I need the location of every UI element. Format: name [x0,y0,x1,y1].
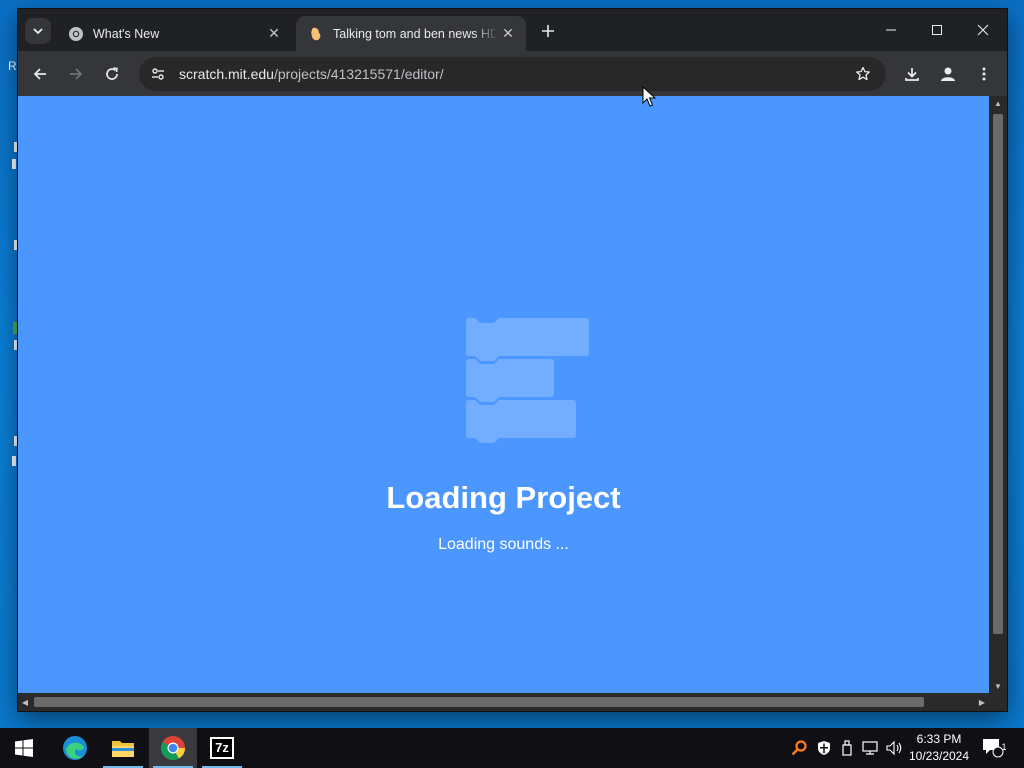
tab-title: What's New [93,26,160,41]
file-explorer-icon [112,741,134,757]
tab-title: Talking tom and ben news HD c [333,26,498,41]
reload-button[interactable] [97,59,127,89]
star-icon [856,66,870,81]
back-button[interactable] [25,59,55,89]
loading-title: Loading Project [386,480,621,515]
taskbar-chrome[interactable] [149,728,197,768]
minimize-icon [886,29,896,31]
mouse-cursor-icon [642,86,656,107]
usb-drive-icon [842,740,852,756]
site-info-button[interactable] [143,59,173,89]
seven-zip-label: 7z [215,740,229,755]
url-text[interactable]: scratch.mit.edu/projects/413215571/edito… [179,66,444,82]
taskbar-edge[interactable] [51,728,99,768]
close-window-button[interactable] [960,9,1006,51]
clock-date: 10/23/2024 [908,749,970,763]
speaker-icon [886,740,902,756]
desktop-icons-fragment: R [0,58,18,478]
chrome-icon [69,26,83,41]
chevron-down-icon [33,28,43,35]
scroll-right-icon[interactable]: ▶ [975,693,989,711]
scratch-icon [311,27,321,40]
vertical-scroll-thumb[interactable] [993,114,1003,634]
edge-icon [63,736,87,760]
page-viewport: Loading Project Loading sounds ... [18,96,989,693]
taskbar-file-explorer[interactable] [99,728,147,768]
tray-network[interactable] [860,728,882,768]
plus-icon [542,25,554,37]
shield-icon [818,741,830,755]
url-path: /projects/413215571/editor/ [273,66,444,82]
horizontal-scrollbar[interactable]: ◀ ▶ [18,693,989,711]
profile-button[interactable] [933,59,963,89]
new-tab-button[interactable] [537,20,559,42]
scroll-left-icon[interactable]: ◀ [18,693,32,711]
tab-scratch-project[interactable]: Talking tom and ben news HD c ✕ [296,16,526,51]
arrow-right-icon [70,68,83,80]
close-tab-icon[interactable]: ✕ [264,24,284,44]
close-icon [977,24,989,36]
tab-whats-new[interactable]: What's New ✕ [56,16,292,51]
more-vert-icon [982,67,986,81]
tune-icon [152,68,164,80]
close-tab-icon[interactable]: ✕ [498,24,518,44]
horizontal-scroll-thumb[interactable] [34,697,924,707]
tab-search-button[interactable] [25,18,51,44]
download-icon [905,68,919,81]
scratch-loader-blocks-icon [466,318,589,443]
menu-button[interactable] [969,59,999,89]
forward-button[interactable] [61,59,91,89]
windows-start-icon [15,739,33,757]
bookmark-button[interactable] [852,63,874,85]
svg-text:R: R [8,59,17,73]
magnifier-tray-icon [791,740,807,756]
windows-taskbar: 7z 6:33 PM 10/23/2024 1 [0,728,1024,768]
scroll-down-icon[interactable]: ▼ [989,679,1007,693]
start-button[interactable] [0,728,48,768]
scroll-up-icon[interactable]: ▲ [989,96,1007,110]
browser-toolbar: scratch.mit.edu/projects/413215571/edito… [18,51,1007,96]
maximize-icon [932,25,942,35]
minimize-button[interactable] [868,9,914,51]
chrome-icon [160,736,185,761]
clock-time: 6:33 PM [916,732,962,746]
tray-security[interactable] [813,728,835,768]
scrollbar-corner [989,693,1007,711]
desktop-icon-labels: R [8,59,17,466]
action-center-button[interactable]: 1 [978,728,1008,768]
address-bar[interactable]: scratch.mit.edu/projects/413215571/edito… [139,57,886,91]
reload-icon [106,67,118,80]
tray-volume[interactable] [884,728,906,768]
chrome-window: What's New ✕ Talking tom and ben news HD… [18,9,1007,711]
taskbar-clock[interactable]: 6:33 PM 10/23/2024 [906,731,972,765]
tray-usb[interactable] [837,728,857,768]
url-host: scratch.mit.edu [179,66,274,82]
notification-count: 1 [1001,742,1007,752]
loading-message: Loading sounds ... [438,536,569,553]
tab-strip: What's New ✕ Talking tom and ben news HD… [18,9,1007,51]
downloads-button[interactable] [897,59,927,89]
vertical-scrollbar[interactable]: ▲ ▼ [989,96,1007,693]
network-icon [862,741,878,755]
person-icon [941,67,955,81]
tray-search-app[interactable] [788,728,810,768]
arrow-left-icon [33,68,46,80]
taskbar-7zip[interactable]: 7z [198,728,246,768]
maximize-button[interactable] [914,9,960,51]
